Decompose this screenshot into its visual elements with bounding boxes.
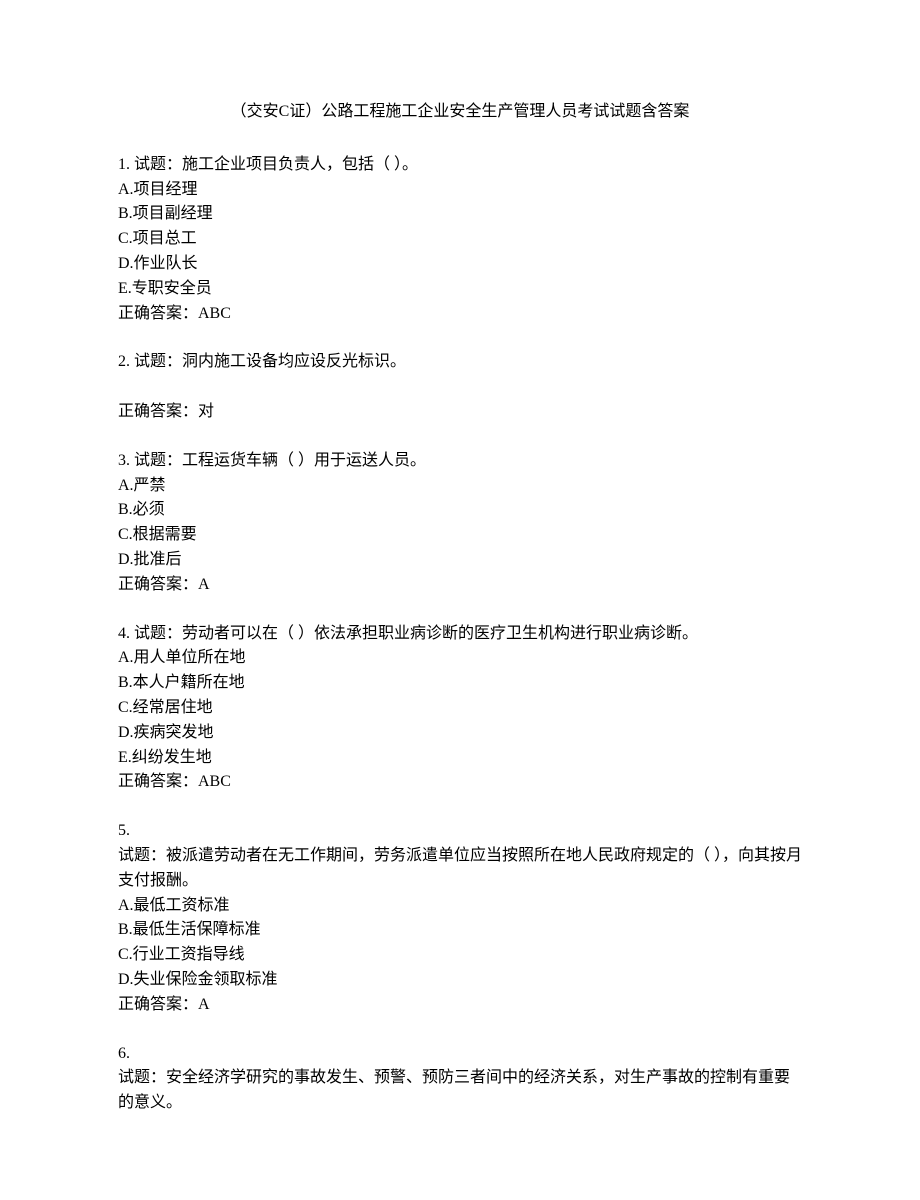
document-page: （交安C证）公路工程施工企业安全生产管理人员考试试题含答案 1. 试题：施工企业…	[0, 0, 920, 1200]
option: B.必须	[118, 498, 802, 523]
option: C.经常居住地	[118, 696, 802, 721]
option: D.疾病突发地	[118, 721, 802, 746]
answer: 正确答案：ABC	[118, 302, 802, 327]
option: D.批准后	[118, 548, 802, 573]
question-number: 5.	[118, 819, 802, 844]
question-5: 5. 试题：被派遣劳动者在无工作期间，劳务派遣单位应当按照所在地人民政府规定的（…	[118, 819, 802, 1017]
option: C.根据需要	[118, 523, 802, 548]
question-6: 6. 试题：安全经济学研究的事故发生、预警、预防三者间中的经济关系，对生产事故的…	[118, 1042, 802, 1116]
blank-line	[118, 375, 802, 400]
option: A.严禁	[118, 474, 802, 499]
question-header: 4. 试题：劳动者可以在（ ）依法承担职业病诊断的医疗卫生机构进行职业病诊断。	[118, 622, 802, 647]
question-header: 试题：被派遣劳动者在无工作期间，劳务派遣单位应当按照所在地人民政府规定的（ ），…	[118, 844, 802, 894]
answer: 正确答案：ABC	[118, 770, 802, 795]
option: A.最低工资标准	[118, 894, 802, 919]
option: D.失业保险金领取标准	[118, 968, 802, 993]
option: A.项目经理	[118, 178, 802, 203]
option: B.最低生活保障标准	[118, 918, 802, 943]
answer: 正确答案：对	[118, 400, 802, 425]
option: E.纠纷发生地	[118, 746, 802, 771]
option: A.用人单位所在地	[118, 646, 802, 671]
question-4: 4. 试题：劳动者可以在（ ）依法承担职业病诊断的医疗卫生机构进行职业病诊断。 …	[118, 622, 802, 796]
option: B.本人户籍所在地	[118, 671, 802, 696]
answer: 正确答案：A	[118, 993, 802, 1018]
option: C.项目总工	[118, 227, 802, 252]
question-1: 1. 试题：施工企业项目负责人，包括（ ）。 A.项目经理 B.项目副经理 C.…	[118, 153, 802, 327]
option: C.行业工资指导线	[118, 943, 802, 968]
question-3: 3. 试题：工程运货车辆（ ）用于运送人员。 A.严禁 B.必须 C.根据需要 …	[118, 449, 802, 598]
question-header: 1. 试题：施工企业项目负责人，包括（ ）。	[118, 153, 802, 178]
option: D.作业队长	[118, 252, 802, 277]
question-2: 2. 试题：洞内施工设备均应设反光标识。 正确答案：对	[118, 350, 802, 424]
question-header: 3. 试题：工程运货车辆（ ）用于运送人员。	[118, 449, 802, 474]
option: E.专职安全员	[118, 277, 802, 302]
question-number: 6.	[118, 1042, 802, 1067]
question-header: 试题：安全经济学研究的事故发生、预警、预防三者间中的经济关系，对生产事故的控制有…	[118, 1066, 802, 1116]
document-title: （交安C证）公路工程施工企业安全生产管理人员考试试题含答案	[118, 100, 802, 125]
question-header: 2. 试题：洞内施工设备均应设反光标识。	[118, 350, 802, 375]
answer: 正确答案：A	[118, 573, 802, 598]
option: B.项目副经理	[118, 202, 802, 227]
